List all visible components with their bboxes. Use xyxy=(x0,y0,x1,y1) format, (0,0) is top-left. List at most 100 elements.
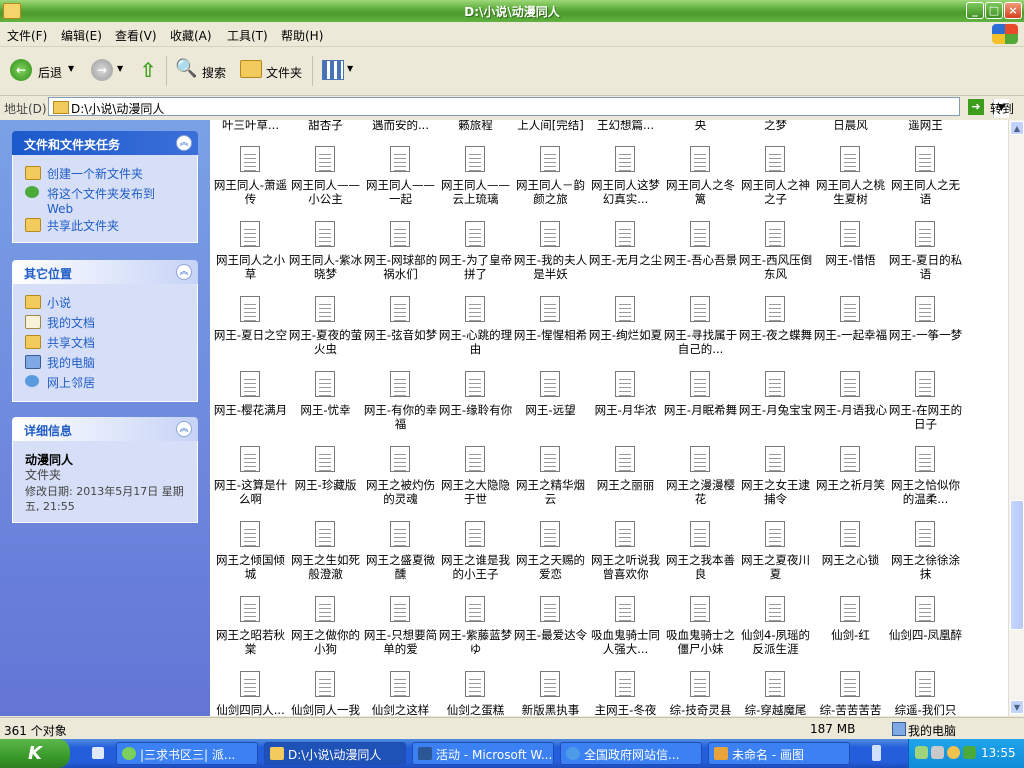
file-item[interactable]: 网王同人之无语 xyxy=(888,144,963,219)
menu-help[interactable]: 帮助(H) xyxy=(281,27,323,44)
file-item[interactable]: 网王之精华烟云 xyxy=(513,444,588,519)
file-item[interactable]: 网王同人——小公主 xyxy=(288,144,363,219)
file-item[interactable]: 网王-一起幸福 xyxy=(813,294,888,369)
forward-arrow-icon[interactable]: → xyxy=(91,59,113,81)
back-dropdown-icon[interactable]: ▼ xyxy=(68,64,74,73)
minimize-button[interactable]: _ xyxy=(966,2,984,19)
file-item[interactable]: 网王之心锁 xyxy=(813,519,888,594)
file-item[interactable]: 网王-月华浓 xyxy=(588,369,663,444)
file-item[interactable]: 网王同人之小草 xyxy=(213,219,288,294)
file-item[interactable]: 网王-夏夜的萤火虫 xyxy=(288,294,363,369)
file-item[interactable]: 网王之我本善良 xyxy=(663,519,738,594)
scroll-down-icon[interactable]: ▼ xyxy=(1010,700,1024,714)
file-item[interactable]: 仙剑四同人... xyxy=(213,669,288,716)
file-item[interactable]: 网王-只想要简单的爱 xyxy=(363,594,438,669)
file-item[interactable]: 叶三叶草... xyxy=(213,120,288,138)
taskbar-item-4[interactable]: 全国政府网站信... xyxy=(560,742,702,765)
quick-launch-icon[interactable] xyxy=(92,747,104,759)
usb-icon[interactable] xyxy=(872,745,881,761)
views-icon[interactable] xyxy=(322,60,344,80)
file-item[interactable]: 网王同人这梦幻真实... xyxy=(588,144,663,219)
file-item[interactable]: 网王-弦音如梦 xyxy=(363,294,438,369)
file-item[interactable]: 网王同人-萧遥传 xyxy=(213,144,288,219)
file-item[interactable]: 网王同人之桃生夏树 xyxy=(813,144,888,219)
go-button[interactable]: 转到 xyxy=(990,100,1014,117)
file-item[interactable]: 网王-心跳的理由 xyxy=(438,294,513,369)
menu-favorites[interactable]: 收藏(A) xyxy=(170,27,212,44)
file-item[interactable]: 网王-月眠希舞 xyxy=(663,369,738,444)
file-item[interactable]: 央 xyxy=(663,120,738,138)
menu-tools[interactable]: 工具(T) xyxy=(227,27,268,44)
file-item[interactable]: 网王之做你的小狗 xyxy=(288,594,363,669)
file-item[interactable]: 网王-夜之蝶舞 xyxy=(738,294,813,369)
menu-edit[interactable]: 编辑(E) xyxy=(61,27,102,44)
file-item[interactable]: 之梦 xyxy=(738,120,813,138)
folders-button[interactable]: 文件夹 xyxy=(266,64,302,81)
file-item[interactable]: 新版黑执事 xyxy=(513,669,588,716)
file-item[interactable]: 主网王-冬夜 xyxy=(588,669,663,716)
file-item[interactable]: 网王-一筝一梦 xyxy=(888,294,963,369)
file-item[interactable]: 网王之倾国倾城 xyxy=(213,519,288,594)
file-item[interactable]: 上人间[完结] xyxy=(513,120,588,138)
file-item[interactable]: 网王同人之神之子 xyxy=(738,144,813,219)
file-item[interactable]: 网王-网球部的祸水们 xyxy=(363,219,438,294)
close-button[interactable]: × xyxy=(1004,2,1022,19)
file-item[interactable]: 仙剑之蛋糕 xyxy=(438,669,513,716)
file-item[interactable]: 网王同人——云上琉璃 xyxy=(438,144,513,219)
file-item[interactable]: 网王-寻找属于自己的... xyxy=(663,294,738,369)
file-item[interactable]: 网王-紫藤蓝梦ゆ xyxy=(438,594,513,669)
file-item[interactable]: 网王同人之冬篱 xyxy=(663,144,738,219)
file-item[interactable]: 网王之夏夜川夏 xyxy=(738,519,813,594)
menu-view[interactable]: 查看(V) xyxy=(115,27,157,44)
file-item[interactable]: 王幻想篇... xyxy=(588,120,663,138)
file-item[interactable]: 网王之天赐的爱恋 xyxy=(513,519,588,594)
file-item[interactable]: 网王-最爱达令 xyxy=(513,594,588,669)
file-item[interactable]: 网王-无月之尘 xyxy=(588,219,663,294)
file-list[interactable]: 叶三叶草... 甜杏子 遇而安的... 籁旅程 上人间[完结] 王幻想篇... 央 之梦 日晨风… xyxy=(210,120,1008,716)
taskbar-item-2[interactable]: D:\小说\动漫同人 xyxy=(264,742,406,765)
back-button[interactable]: 后退 xyxy=(38,64,62,81)
file-item[interactable]: 网王之丽丽 xyxy=(588,444,663,519)
taskbar-item-1[interactable]: |三求书区三| 派... xyxy=(116,742,258,765)
file-item[interactable]: 甜杏子 xyxy=(288,120,363,138)
file-item[interactable]: 综-苦苦苦苦 xyxy=(813,669,888,716)
file-item[interactable]: 仙剑-红 xyxy=(813,594,888,669)
file-item[interactable]: 遇而安的... xyxy=(363,120,438,138)
file-item[interactable]: 网王之盛夏微醺 xyxy=(363,519,438,594)
file-item[interactable]: 网王同人-紫冰晓梦 xyxy=(288,219,363,294)
collapse-icon[interactable]: ︽ xyxy=(176,421,192,437)
file-item[interactable]: 网王-这算是什么啊 xyxy=(213,444,288,519)
file-item[interactable]: 网王-为了皇帝拼了 xyxy=(438,219,513,294)
file-item[interactable]: 网王-远望 xyxy=(513,369,588,444)
file-item[interactable]: 网王-惺惺相希 xyxy=(513,294,588,369)
maximize-button[interactable]: □ xyxy=(985,2,1003,19)
tasks-panel-header[interactable]: 文件和文件夹任务 ︽ xyxy=(12,131,198,155)
file-item[interactable]: 网王-缘聆有你 xyxy=(438,369,513,444)
file-item[interactable]: 网王-我的夫人是半妖 xyxy=(513,219,588,294)
search-icon[interactable]: 🔍 xyxy=(175,58,197,80)
file-item[interactable]: 仙剑4-夙瑶的反派生涯 xyxy=(738,594,813,669)
file-item[interactable]: 网王-惜悟 xyxy=(813,219,888,294)
file-item[interactable]: 仙剑同人一我 xyxy=(288,669,363,716)
file-item[interactable]: 网王-月语我心 xyxy=(813,369,888,444)
file-item[interactable]: 综-技奇灵县 xyxy=(663,669,738,716)
file-item[interactable]: 网王-夏日的私语 xyxy=(888,219,963,294)
details-panel-header[interactable]: 详细信息 ︽ xyxy=(12,417,198,441)
folders-icon[interactable] xyxy=(240,60,262,78)
file-item[interactable]: 吸血鬼骑士之僵尸小妹 xyxy=(663,594,738,669)
file-item[interactable]: 网王之谁是我的小王子 xyxy=(438,519,513,594)
file-item[interactable]: 综遥-我们只 xyxy=(888,669,963,716)
forward-dropdown-icon[interactable]: ▼ xyxy=(117,64,123,73)
file-item[interactable]: 吸血鬼骑士同人强大... xyxy=(588,594,663,669)
vertical-scrollbar[interactable]: ▲ ▼ xyxy=(1008,120,1024,716)
file-item[interactable]: 网王-绚烂如夏 xyxy=(588,294,663,369)
file-item[interactable]: 网王之听说我曾喜欢你 xyxy=(588,519,663,594)
go-arrow-icon[interactable]: ➜ xyxy=(968,99,984,115)
collapse-icon[interactable]: ︽ xyxy=(176,264,192,280)
file-item[interactable]: 网王-夏日之空 xyxy=(213,294,288,369)
file-item[interactable]: 网王之徐徐涂抹 xyxy=(888,519,963,594)
file-item[interactable]: 网王-忧幸 xyxy=(288,369,363,444)
network-tray-icon[interactable] xyxy=(931,746,944,759)
file-item[interactable]: 网王-珍藏版 xyxy=(288,444,363,519)
file-item[interactable]: 网王之被灼伤的灵魂 xyxy=(363,444,438,519)
